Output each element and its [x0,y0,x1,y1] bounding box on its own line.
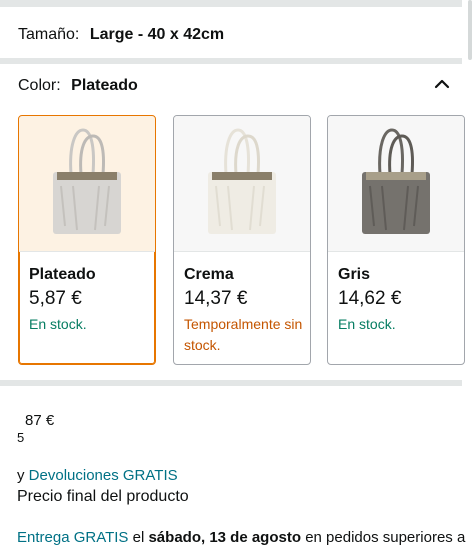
scrollbar[interactable] [468,0,472,60]
section-divider [0,380,462,386]
tote-bag-image [53,128,121,234]
color-label: Color: [18,77,61,94]
product-variant-panel: Tamaño: Large - 40 x 42cm Color: Platead… [0,0,475,553]
section-divider [0,58,462,64]
returns-info: y Devoluciones GRATIS [17,467,178,484]
swatch-name: Crema [184,266,234,283]
delivery-date: sábado, 13 de agosto [148,529,302,546]
swatch-image [328,116,464,252]
free-delivery-link[interactable]: Entrega GRATIS [17,529,128,546]
swatch-price: 5,87 € [29,288,82,309]
color-selector-header[interactable]: Color: Plateado [18,76,138,96]
swatch-crema[interactable]: Crema 14,37 € Temporalmente sin stock. [173,115,311,365]
swatch-image [174,116,310,252]
size-label: Tamaño: [18,26,80,43]
chevron-up-icon[interactable] [430,72,454,96]
swatch-price: 14,37 € [184,288,248,309]
color-value: Plateado [71,77,138,94]
delivery-info: Entrega GRATIS el sábado, 13 de agosto e… [17,529,465,546]
swatch-price: 14,62 € [338,288,402,309]
price-fragment-sub: 5 [17,430,25,445]
delivery-text: el [132,529,145,546]
swatch-name: Gris [338,266,371,283]
delivery-condition: en pedidos superiores a [305,529,466,546]
swatch-gris[interactable]: Gris 14,62 € En stock. [327,115,465,365]
price-fragment: 87 € [25,412,55,429]
swatch-name: Plateado [29,266,96,283]
swatch-image [19,116,155,252]
free-returns-link[interactable]: Devoluciones GRATIS [29,467,178,484]
final-price-text: Precio final del producto [17,488,189,505]
returns-prefix: y [17,467,25,484]
size-selector[interactable]: Tamaño: Large - 40 x 42cm [18,25,224,45]
swatch-stock: En stock. [29,316,87,332]
tote-bag-image [208,128,276,234]
top-divider [0,0,462,7]
swatch-stock: Temporalmente sin stock. [184,316,303,353]
tote-bag-image [362,128,430,234]
swatch-plateado[interactable]: Plateado 5,87 € En stock. [18,115,156,365]
size-value: Large - 40 x 42cm [89,26,225,43]
swatch-stock: En stock. [338,316,396,332]
